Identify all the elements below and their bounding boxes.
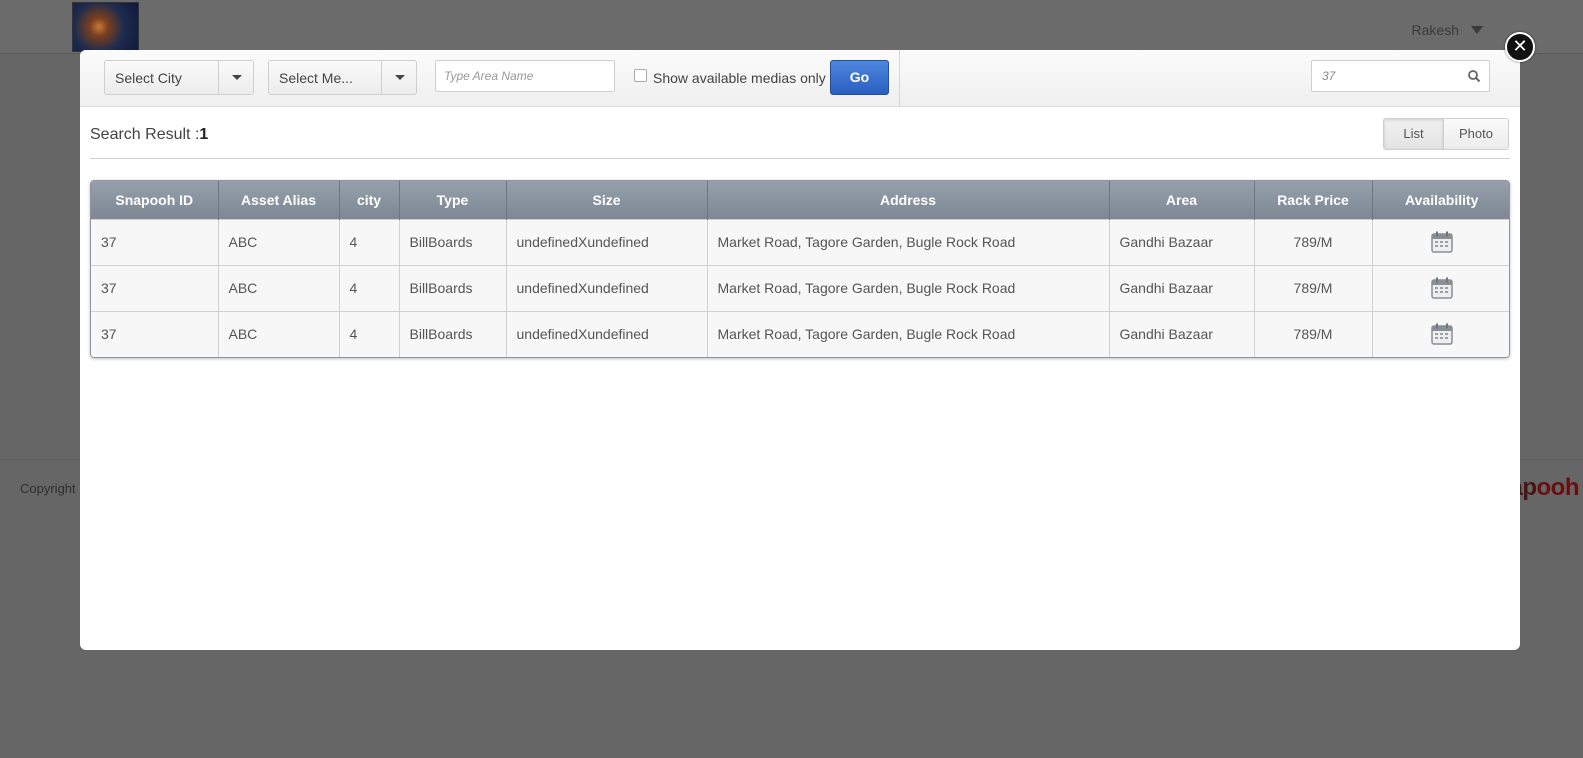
calendar-icon[interactable]: [1431, 323, 1453, 345]
search-result-title: Search Result :1: [90, 126, 209, 143]
search-modal: Select City Select Me... Show available …: [80, 50, 1520, 650]
cell-availability: [1372, 310, 1509, 357]
cell-rack-price: 789/M: [1254, 264, 1373, 311]
available-only-checkbox[interactable]: [634, 69, 647, 82]
cell-size: undefinedXundefined: [506, 218, 708, 265]
column-header-size[interactable]: Size: [506, 181, 708, 219]
area-name-input[interactable]: [435, 60, 615, 92]
cell-type: BillBoards: [399, 218, 507, 265]
column-header-type[interactable]: Type: [399, 181, 507, 219]
list-view-button[interactable]: List: [1384, 119, 1444, 149]
close-icon[interactable]: ✕: [1505, 32, 1535, 62]
cell-size: undefinedXundefined: [506, 264, 708, 311]
table-row[interactable]: 37 ABC 4 BillBoards undefinedXundefined …: [91, 264, 1509, 311]
city-select-value: Select City: [115, 70, 182, 86]
column-header-city[interactable]: city: [339, 181, 400, 219]
user-menu[interactable]: Rakesh: [1412, 22, 1483, 38]
table-row[interactable]: 37 ABC 4 BillBoards undefinedXundefined …: [91, 310, 1509, 357]
cell-availability: [1372, 218, 1509, 265]
column-header-area[interactable]: Area: [1109, 181, 1255, 219]
available-only-label: Show available medias only: [653, 70, 826, 86]
cell-area: Gandhi Bazaar: [1109, 310, 1255, 357]
cell-type: BillBoards: [399, 264, 507, 311]
user-name: Rakesh: [1411, 22, 1459, 38]
view-toggle: List Photo: [1383, 118, 1509, 150]
cell-asset-alias: ABC: [218, 310, 340, 357]
filter-toolbar: Select City Select Me... Show available …: [80, 50, 1520, 107]
search-input[interactable]: 37: [1311, 60, 1490, 92]
app-logo[interactable]: [72, 2, 139, 52]
cell-asset-alias: ABC: [218, 264, 340, 311]
result-divider: [90, 158, 1510, 159]
calendar-icon[interactable]: [1431, 231, 1453, 253]
cell-availability: [1372, 264, 1509, 311]
cell-address: Market Road, Tagore Garden, Bugle Rock R…: [707, 264, 1110, 311]
cell-address: Market Road, Tagore Garden, Bugle Rock R…: [707, 218, 1110, 265]
column-header-address[interactable]: Address: [707, 181, 1110, 219]
cell-city: 4: [339, 264, 400, 311]
cell-address: Market Road, Tagore Garden, Bugle Rock R…: [707, 310, 1110, 357]
city-select[interactable]: Select City: [104, 60, 254, 95]
calendar-icon[interactable]: [1431, 277, 1453, 299]
column-header-rack-price[interactable]: Rack Price: [1254, 181, 1373, 219]
search-icon[interactable]: [1467, 69, 1481, 83]
app-header: Rakesh: [0, 0, 1583, 54]
results-table: Snapooh ID Asset Alias city Type Size Ad…: [90, 180, 1510, 358]
cell-snapooh-id: 37: [91, 264, 219, 311]
photo-view-button[interactable]: Photo: [1444, 119, 1508, 149]
media-select-value: Select Me...: [279, 70, 353, 86]
search-result-count: 1: [199, 126, 209, 143]
cell-city: 4: [339, 310, 400, 357]
table-row[interactable]: 37 ABC 4 BillBoards undefinedXundefined …: [91, 218, 1509, 265]
cell-area: Gandhi Bazaar: [1109, 218, 1255, 265]
cell-size: undefinedXundefined: [506, 310, 708, 357]
column-header-availability[interactable]: Availability: [1372, 181, 1509, 219]
column-header-snapooh-id[interactable]: Snapooh ID: [91, 181, 219, 219]
cell-type: BillBoards: [399, 310, 507, 357]
column-header-asset-alias[interactable]: Asset Alias: [218, 181, 340, 219]
go-button[interactable]: Go: [830, 60, 889, 95]
cell-asset-alias: ABC: [218, 218, 340, 265]
chevron-down-icon[interactable]: [218, 61, 253, 94]
table-header-row: Snapooh ID Asset Alias city Type Size Ad…: [91, 181, 1509, 219]
cell-rack-price: 789/M: [1254, 218, 1373, 265]
media-select[interactable]: Select Me...: [268, 60, 417, 95]
cell-rack-price: 789/M: [1254, 310, 1373, 357]
chevron-down-icon: [1471, 26, 1483, 34]
search-input-value: 37: [1322, 69, 1336, 83]
cell-area: Gandhi Bazaar: [1109, 264, 1255, 311]
cell-snapooh-id: 37: [91, 310, 219, 357]
copyright-text: Copyright: [20, 481, 76, 496]
toolbar-divider: [899, 50, 900, 107]
chevron-down-icon[interactable]: [381, 61, 416, 94]
cell-snapooh-id: 37: [91, 218, 219, 265]
cell-city: 4: [339, 218, 400, 265]
